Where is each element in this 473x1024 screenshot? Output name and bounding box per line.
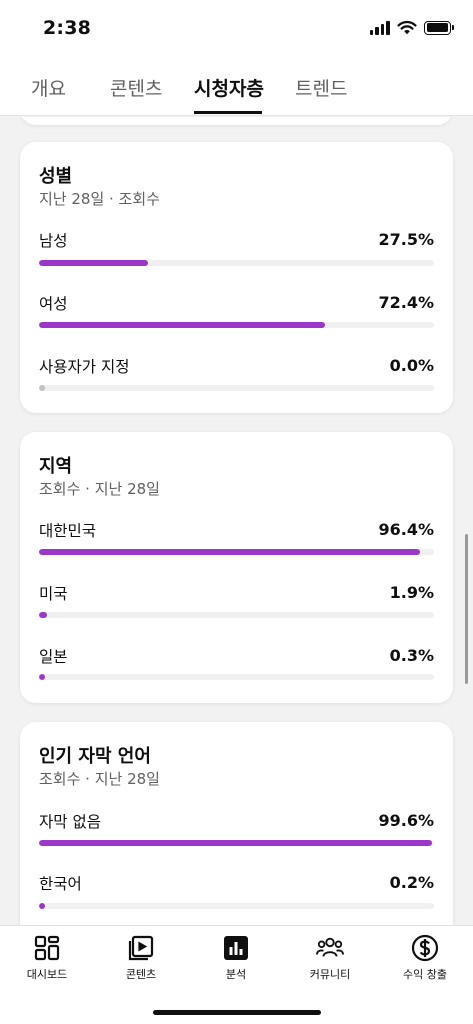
subtitle-language-card: 인기 자막 언어 조회수 · 지난 28일 자막 없음 99.6% 한국어 0.…: [20, 722, 453, 925]
previous-card: [20, 117, 453, 125]
row-value: 99.6%: [378, 811, 434, 830]
nav-label: 커뮤니티: [309, 968, 351, 981]
nav-dashboard[interactable]: 대시보드: [0, 926, 94, 988]
card-subtitle: 조회수 · 지난 28일: [39, 770, 160, 788]
card-title: 지역: [39, 456, 73, 477]
gender-card: 성별 지난 28일 · 조회수 남성 27.5% 여성 72.4% 사용자가 지…: [20, 142, 453, 413]
nav-content[interactable]: 콘텐츠: [94, 926, 188, 988]
nav-label: 콘텐츠: [125, 968, 157, 981]
progress-track: [39, 385, 434, 391]
row-value: 96.4%: [378, 520, 434, 539]
progress-track: [39, 549, 434, 555]
tab-overview[interactable]: 개요: [31, 74, 66, 101]
row-label: 대한민국: [39, 522, 97, 540]
tab-trends[interactable]: 트렌드: [295, 74, 347, 101]
progress-track: [39, 612, 434, 618]
progress-fill: [39, 903, 45, 909]
progress-track: [39, 322, 434, 328]
nav-analytics[interactable]: 분석: [189, 926, 283, 988]
row-label: 사용자가 지정: [39, 358, 130, 376]
row-value: 0.0%: [389, 356, 434, 375]
nav-monetization[interactable]: 수익 창출: [378, 926, 472, 988]
progress-fill: [39, 322, 325, 328]
analytics-tabs: 개요 콘텐츠 시청자층 트렌드: [0, 58, 473, 116]
row-value: 1.9%: [389, 583, 434, 602]
community-icon: [316, 934, 344, 962]
progress-fill: [39, 260, 148, 266]
row-label: 남성: [39, 232, 68, 250]
card-title: 성별: [39, 166, 73, 187]
row-value: 27.5%: [378, 230, 434, 249]
row-label: 일본: [39, 648, 68, 666]
progress-track: [39, 840, 434, 846]
status-bar: 2:38: [0, 0, 473, 58]
card-subtitle: 조회수 · 지난 28일: [39, 480, 160, 498]
row-label: 자막 없음: [39, 813, 101, 831]
card-title: 인기 자막 언어: [39, 746, 151, 767]
cellular-signal-icon: [369, 20, 390, 35]
tab-content[interactable]: 콘텐츠: [110, 74, 162, 101]
row-label: 한국어: [39, 875, 82, 893]
row-label: 미국: [39, 585, 68, 603]
status-time: 2:38: [43, 17, 92, 39]
active-tab-indicator: [194, 111, 262, 114]
card-subtitle: 지난 28일 · 조회수: [39, 190, 160, 208]
progress-fill: [39, 385, 45, 391]
dashboard-icon: [33, 934, 61, 962]
nav-label: 수익 창출: [403, 968, 447, 981]
wifi-icon: [397, 20, 417, 35]
progress-fill: [39, 612, 47, 618]
row-value: 0.2%: [389, 873, 434, 892]
progress-fill: [39, 674, 45, 680]
progress-track: [39, 903, 434, 909]
progress-fill: [39, 840, 433, 846]
progress-fill: [39, 549, 420, 555]
analytics-icon: [222, 934, 250, 962]
status-icons: [369, 20, 454, 35]
row-label: 여성: [39, 295, 68, 313]
bottom-navigation: 대시보드 콘텐츠 분석 커뮤니티 수익 창출: [0, 925, 473, 1024]
scrollbar[interactable]: [465, 534, 468, 684]
nav-label: 대시보드: [26, 968, 68, 981]
row-value: 0.3%: [389, 646, 434, 665]
progress-track: [39, 260, 434, 266]
row-value: 72.4%: [378, 293, 434, 312]
monetization-dollar-icon: [411, 934, 439, 962]
nav-label: 분석: [225, 968, 247, 981]
region-card: 지역 조회수 · 지난 28일 대한민국 96.4% 미국 1.9% 일본 0.…: [20, 432, 453, 703]
nav-community[interactable]: 커뮤니티: [283, 926, 377, 988]
battery-icon: [424, 20, 454, 35]
content-play-icon: [127, 934, 155, 962]
progress-track: [39, 674, 434, 680]
home-indicator: [153, 1010, 321, 1015]
tab-audience[interactable]: 시청자층: [194, 74, 264, 101]
screen: 2:38 개요 콘텐츠 시청자층 트렌드 성별 지난 28일 · 조회수 남성: [0, 0, 473, 1024]
audience-content[interactable]: 성별 지난 28일 · 조회수 남성 27.5% 여성 72.4% 사용자가 지…: [0, 117, 473, 925]
